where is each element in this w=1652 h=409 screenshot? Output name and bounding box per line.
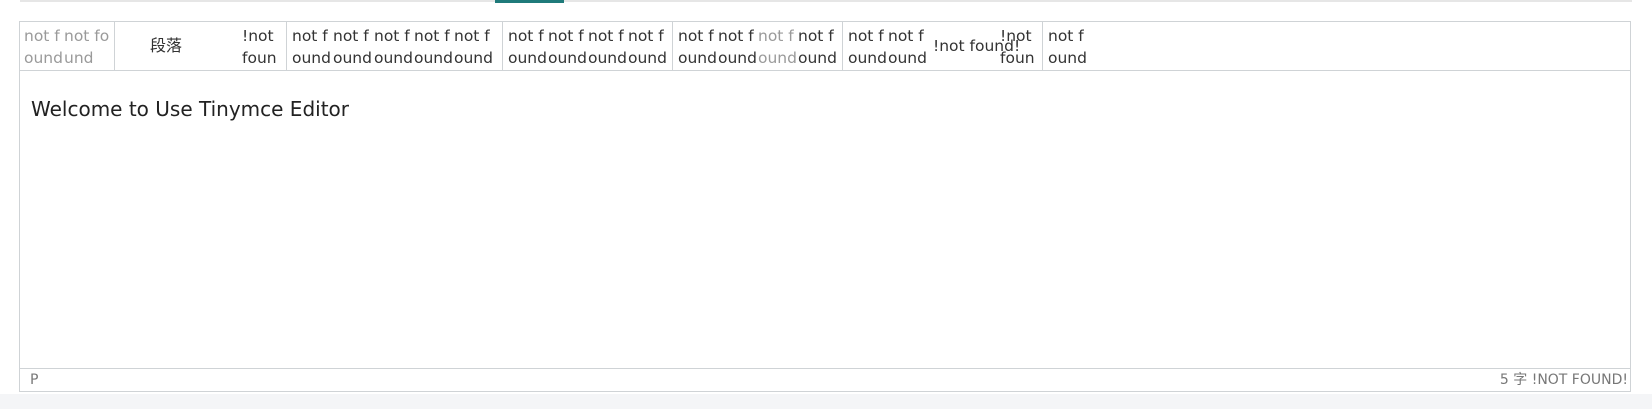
toolbar-separator — [672, 22, 673, 70]
toolbar-image-button[interactable]: not found — [888, 22, 928, 70]
content-paragraph[interactable]: Welcome to Use Tinymce Editor — [31, 95, 349, 123]
toolbar-undo-button[interactable]: not found — [24, 22, 66, 70]
word-count: 5 字 — [1499, 372, 1528, 388]
toolbar-indent-button[interactable]: not found — [798, 22, 838, 70]
editor-content-area[interactable]: Welcome to Use Tinymce Editor — [20, 71, 1630, 391]
tab-strip-line — [20, 0, 1632, 2]
toolbar-code-button[interactable]: not found — [1048, 22, 1088, 70]
branding-label[interactable]: !NOT FOUND! — [1532, 372, 1628, 388]
toolbar-format-chevron-button[interactable]: !not found — [242, 22, 282, 70]
editor-statusbar: P 5 字 !NOT FOUND! — [20, 368, 1630, 391]
toolbar-link-button[interactable]: not found — [848, 22, 888, 70]
toolbar-outdent-button[interactable]: not found — [758, 22, 798, 70]
toolbar-separator — [502, 22, 503, 70]
toolbar-strikethrough-button[interactable]: not found — [414, 22, 456, 70]
toolbar-table-button[interactable]: !not found — [1000, 22, 1038, 70]
toolbar-align-left-button[interactable]: not found — [508, 22, 548, 70]
statusbar-right: 5 字 !NOT FOUND! — [1500, 369, 1628, 391]
toolbar-underline-button[interactable]: not found — [374, 22, 414, 70]
format-select-dropdown[interactable]: 段落 — [130, 22, 250, 70]
editor-toolbar: not found not found 段落 !not found not fo… — [20, 22, 1630, 71]
toolbar-italic-button[interactable]: not found — [333, 22, 373, 70]
rich-text-editor: not found not found 段落 !not found not fo… — [19, 21, 1631, 392]
toolbar-align-justify-button[interactable]: not found — [628, 22, 670, 70]
toolbar-separator — [286, 22, 287, 70]
toolbar-bullist-button[interactable]: not found — [678, 22, 718, 70]
toolbar-bold-button[interactable]: not found — [292, 22, 332, 70]
element-path[interactable]: P — [30, 369, 38, 391]
toolbar-forecolor-button[interactable]: not found — [454, 22, 494, 70]
active-tab-indicator — [495, 0, 564, 3]
toolbar-redo-button[interactable]: not found — [64, 22, 110, 70]
toolbar-separator — [842, 22, 843, 70]
toolbar-numlist-button[interactable]: not found — [718, 22, 758, 70]
toolbar-align-right-button[interactable]: not found — [588, 22, 628, 70]
toolbar-separator — [1042, 22, 1043, 70]
toolbar-separator — [114, 22, 115, 70]
toolbar-align-center-button[interactable]: not found — [548, 22, 588, 70]
